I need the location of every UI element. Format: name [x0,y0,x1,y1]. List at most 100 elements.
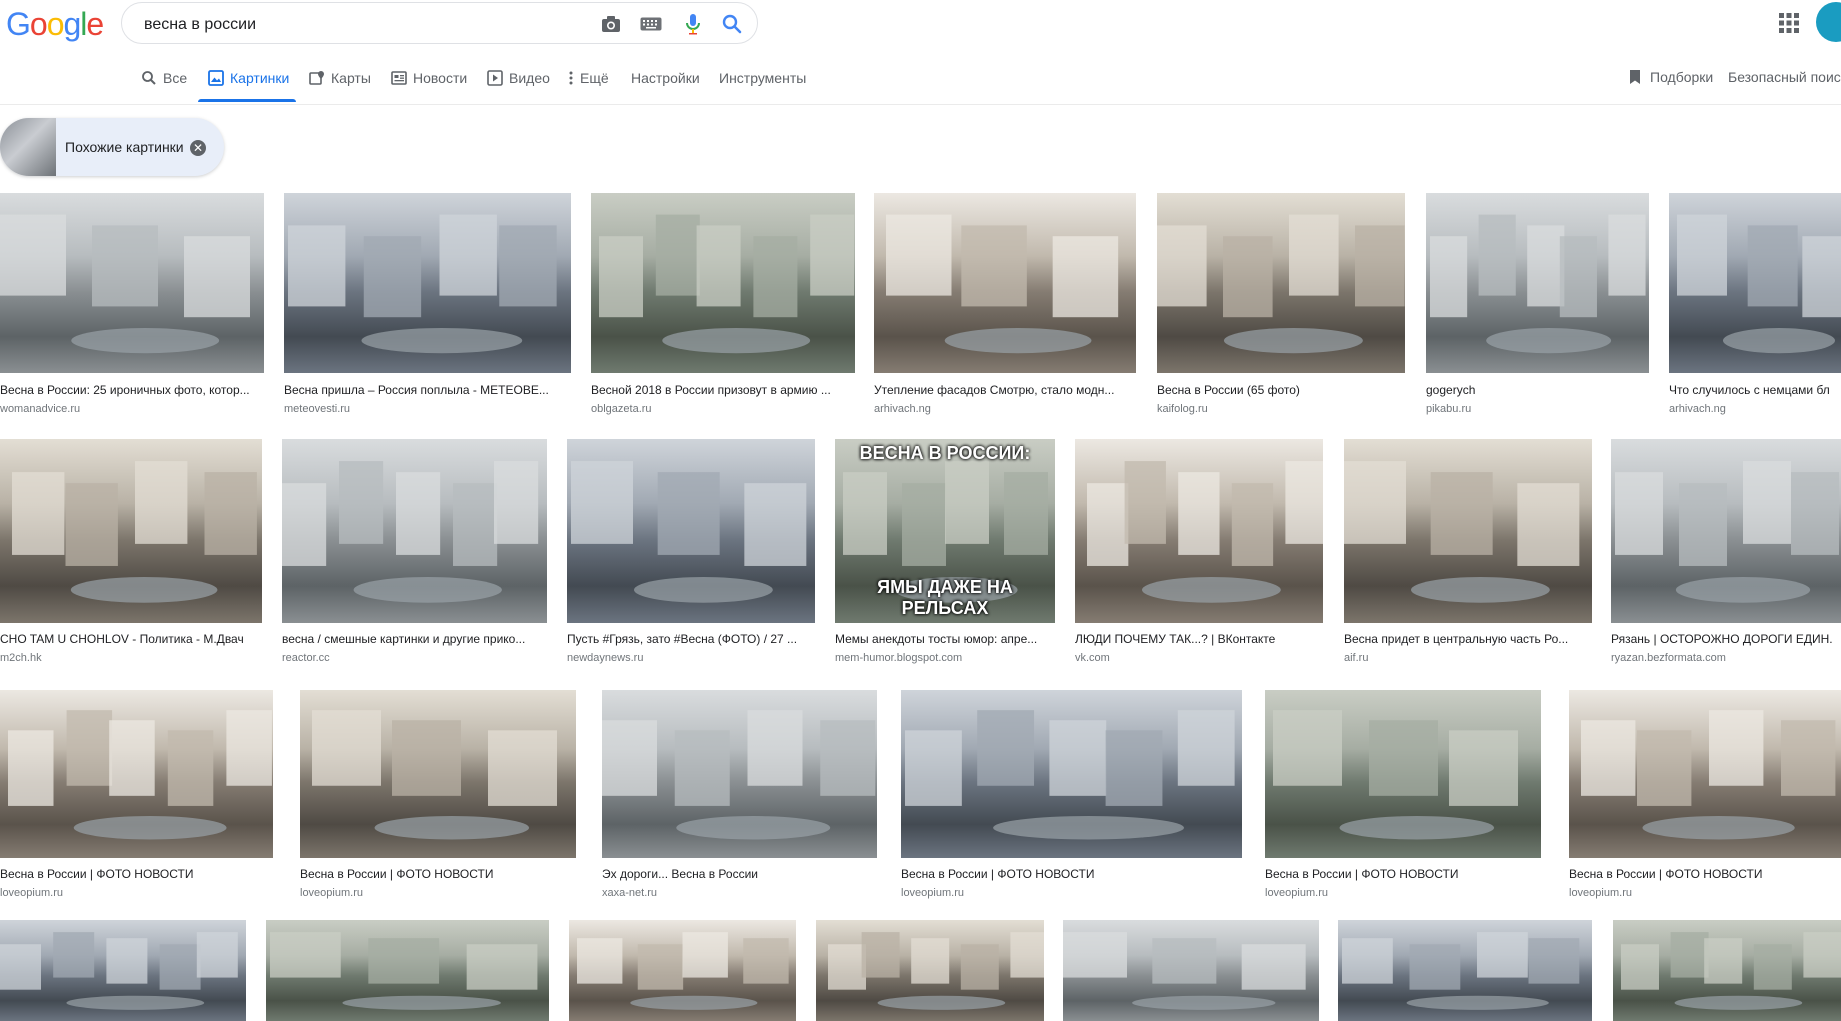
result-title[interactable]: Пусть #Грязь, зато #Весна (ФОТО) / 27 ..… [567,632,811,646]
camera-icon[interactable] [600,13,622,35]
safe-search-button[interactable]: Безопасный поиск [1728,69,1841,103]
result-source[interactable]: aif.ru [1344,652,1368,664]
result-title[interactable]: весна / смешные картинки и другие прико.… [282,632,543,646]
similar-images-chip[interactable]: Похожие картинки ✕ [0,118,224,176]
tab-news[interactable]: Новости [391,70,467,104]
image-thumbnail[interactable] [591,193,855,373]
result-title[interactable]: Что случилось с немцами бл [1669,383,1841,397]
result-title[interactable]: gogerych [1426,383,1645,397]
image-thumbnail[interactable] [1669,193,1841,373]
result-title[interactable]: Весна придет в центральную часть Ро... [1344,632,1588,646]
result-source[interactable]: mem-humor.blogspot.com [835,652,962,664]
result-title[interactable]: Весна в России (65 фото) [1157,383,1401,397]
image-thumbnail[interactable] [0,920,246,1021]
image-thumbnail[interactable] [0,690,273,858]
tab-settings[interactable]: Настройки [631,70,700,104]
result-source[interactable]: newdaynews.ru [567,652,643,664]
thumbnail-scene [270,932,538,1010]
result-title[interactable]: Весна в России | ФОТО НОВОСТИ [0,867,269,881]
image-thumbnail[interactable] [0,439,262,623]
image-thumbnail[interactable] [1426,193,1649,373]
result-title[interactable]: Весна в России | ФОТО НОВОСТИ [901,867,1238,881]
result-source[interactable]: oblgazeta.ru [591,403,652,415]
image-thumbnail[interactable] [569,920,796,1021]
thumbnail-scene [8,710,272,840]
result-source[interactable]: loveopium.ru [1265,887,1328,899]
image-thumbnail[interactable] [266,920,549,1021]
building-shape [0,214,66,296]
puddle-shape [342,995,501,1010]
image-thumbnail[interactable] [300,690,576,858]
image-thumbnail[interactable] [1157,193,1405,373]
building-shape [1679,483,1727,566]
result-title[interactable]: ЛЮДИ ПОЧЕМУ ТАК...? | ВКонтакте [1075,632,1319,646]
result-source[interactable]: kaifolog.ru [1157,403,1208,415]
result-source[interactable]: vk.com [1075,652,1110,664]
result-title[interactable]: Мемы анекдоты тосты юмор: апре... [835,632,1051,646]
result-title[interactable]: Весна в России | ФОТО НОВОСТИ [1569,867,1837,881]
result-source[interactable]: loveopium.ru [1569,887,1632,899]
search-input[interactable] [142,12,586,38]
result-source[interactable]: m2ch.hk [0,652,42,664]
tab-all[interactable]: Все [141,70,187,104]
result-title[interactable]: Эх дороги... Весна в России [602,867,873,881]
result-source[interactable]: arhivach.ng [1669,403,1726,415]
image-thumbnail[interactable] [1265,690,1541,858]
building-shape [911,938,950,984]
tab-tools[interactable]: Инструменты [719,70,806,104]
tab-video[interactable]: Видео [487,70,550,104]
result-source[interactable]: loveopium.ru [300,887,363,899]
close-icon[interactable]: ✕ [190,140,206,156]
building-shape [109,720,155,796]
image-thumbnail[interactable] [1613,920,1841,1021]
building-shape [1621,944,1659,990]
building-shape [499,225,557,307]
image-thumbnail[interactable] [1344,439,1592,623]
result-title[interactable]: Утепление фасадов Смотрю, стало модн... [874,383,1132,397]
result-title[interactable]: Весна в России: 25 ироничных фото, котор… [0,383,260,397]
image-thumbnail[interactable] [1063,920,1319,1021]
apps-grid-icon[interactable] [1778,12,1800,34]
result-source[interactable]: ryazan.bezformata.com [1611,652,1726,664]
result-source[interactable]: reactor.cc [282,652,330,664]
image-thumbnail[interactable] [1338,920,1592,1021]
result-source[interactable]: arhivach.ng [874,403,931,415]
result-source[interactable]: meteovesti.ru [284,403,350,415]
result-source[interactable]: pikabu.ru [1426,403,1471,415]
result-title[interactable]: Весна в России | ФОТО НОВОСТИ [1265,867,1537,881]
tab-more[interactable]: Ещё [568,70,609,104]
building-shape [1528,938,1580,984]
image-thumbnail[interactable] [284,193,571,373]
image-thumbnail[interactable] [816,920,1044,1021]
mic-icon[interactable] [682,13,704,35]
image-thumbnail[interactable] [0,193,264,373]
avatar[interactable] [1816,2,1841,42]
image-thumbnail[interactable] [874,193,1136,373]
image-thumbnail[interactable] [282,439,547,623]
result-source[interactable]: xaxa-net.ru [602,887,657,899]
result-source[interactable]: loveopium.ru [0,887,63,899]
result-title[interactable]: Рязань | ОСТОРОЖНО ДОРОГИ ЕДИН. [1611,632,1841,646]
building-shape [392,720,461,796]
image-thumbnail[interactable] [567,439,815,623]
building-shape [92,225,158,307]
search-icon[interactable] [721,13,743,35]
image-thumbnail[interactable]: ВЕСНА В РОССИИ: ЯМЫ ДАЖЕ НА РЕЛЬСАХ [835,439,1055,623]
collections-button[interactable]: Подборки [1628,69,1713,103]
google-logo[interactable]: Google [6,6,104,43]
image-thumbnail[interactable] [1611,439,1841,623]
result-title[interactable]: CHO TAM U CHOHLOV - Политика - М.Двач [0,632,258,646]
result-source[interactable]: loveopium.ru [901,887,964,899]
image-thumbnail[interactable] [1075,439,1323,623]
result-title[interactable]: Весной 2018 в России призовут в армию ..… [591,383,851,397]
keyboard-icon[interactable] [640,13,662,35]
image-thumbnail[interactable] [602,690,877,858]
image-thumbnail[interactable] [901,690,1242,858]
result-title[interactable]: Весна в России | ФОТО НОВОСТИ [300,867,572,881]
puddle-shape [66,995,205,1010]
tab-maps[interactable]: Карты [309,70,371,104]
result-source[interactable]: womanadvice.ru [0,403,80,415]
image-thumbnail[interactable] [1569,690,1841,858]
building-shape [753,236,798,318]
result-title[interactable]: Весна пришла – Россия поплыла - METEOBE.… [284,383,567,397]
